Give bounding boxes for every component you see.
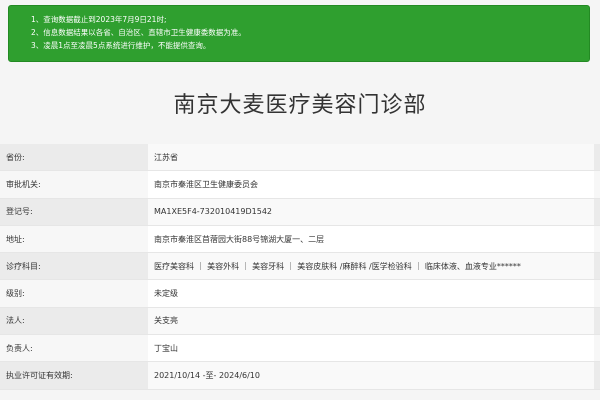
page: 1、查询数据截止到2023年7月9日21时; 2、信息数据结果以各省、自治区、直… — [0, 0, 600, 400]
info-row-province: 省份: 江苏省 — [0, 144, 600, 172]
notice-banner: 1、查询数据截止到2023年7月9日21时; 2、信息数据结果以各省、自治区、直… — [8, 5, 590, 62]
info-row-approval-authority: 审批机关: 南京市秦淮区卫生健康委员会 — [0, 171, 600, 199]
info-label: 诊疗科目: — [6, 261, 41, 271]
info-label: 省份: — [6, 152, 25, 162]
info-label: 法人: — [6, 316, 25, 326]
info-value: 医疗美容科 ｜ 美容外科 ｜ 美容牙科 ｜ 美容皮肤科 /麻醉科 /医学检验科 … — [148, 253, 594, 280]
info-row-level: 级别: 未定级 — [0, 280, 600, 308]
notice-line: 1、查询数据截止到2023年7月9日21时; — [31, 15, 167, 24]
info-value: MA1XE5F4-732010419D1542 — [148, 198, 594, 225]
page-title: 南京大麦医疗美容门诊部 — [173, 93, 427, 118]
info-row-principal: 负责人: 丁宝山 — [0, 335, 600, 363]
info-value: 关支亮 — [148, 307, 594, 335]
info-label: 地址: — [6, 234, 25, 244]
info-value: 丁宝山 — [148, 335, 594, 362]
info-label: 级别: — [6, 289, 25, 299]
info-label: 负责人: — [6, 343, 33, 353]
info-label: 登记号: — [6, 207, 33, 217]
info-value: 江苏省 — [148, 144, 594, 171]
notice-line: 2、信息数据结果以各省、自治区、直辖市卫生健康委数据为准。 — [31, 28, 246, 37]
info-row-departments: 诊疗科目: 医疗美容科 ｜ 美容外科 ｜ 美容牙科 ｜ 美容皮肤科 /麻醉科 /… — [0, 253, 600, 281]
info-row-registration-number: 登记号: MA1XE5F4-732010419D1542 — [0, 198, 600, 226]
info-value: 南京市秦淮区苜蓿园大街88号锦湖大厦一、二层 — [148, 225, 594, 253]
info-row-legal-person: 法人: 关支亮 — [0, 307, 600, 336]
info-row-address: 地址: 南京市秦淮区苜蓿园大街88号锦湖大厦一、二层 — [0, 225, 600, 254]
info-label: 执业许可证有效期: — [6, 371, 73, 381]
info-value: 未定级 — [148, 280, 594, 307]
info-row-license-validity: 执业许可证有效期: 2021/10/14 -至- 2024/6/10 — [0, 362, 600, 390]
info-label: 审批机关: — [6, 179, 41, 189]
notice-line: 3、凌晨1点至凌晨5点系统进行维护，不能提供查询。 — [31, 41, 211, 50]
info-table: 省份: 江苏省 审批机关: 南京市秦淮区卫生健康委员会 登记号: MA1XE5F… — [0, 144, 600, 390]
info-value: 2021/10/14 -至- 2024/6/10 — [148, 362, 594, 389]
info-value: 南京市秦淮区卫生健康委员会 — [148, 171, 594, 198]
